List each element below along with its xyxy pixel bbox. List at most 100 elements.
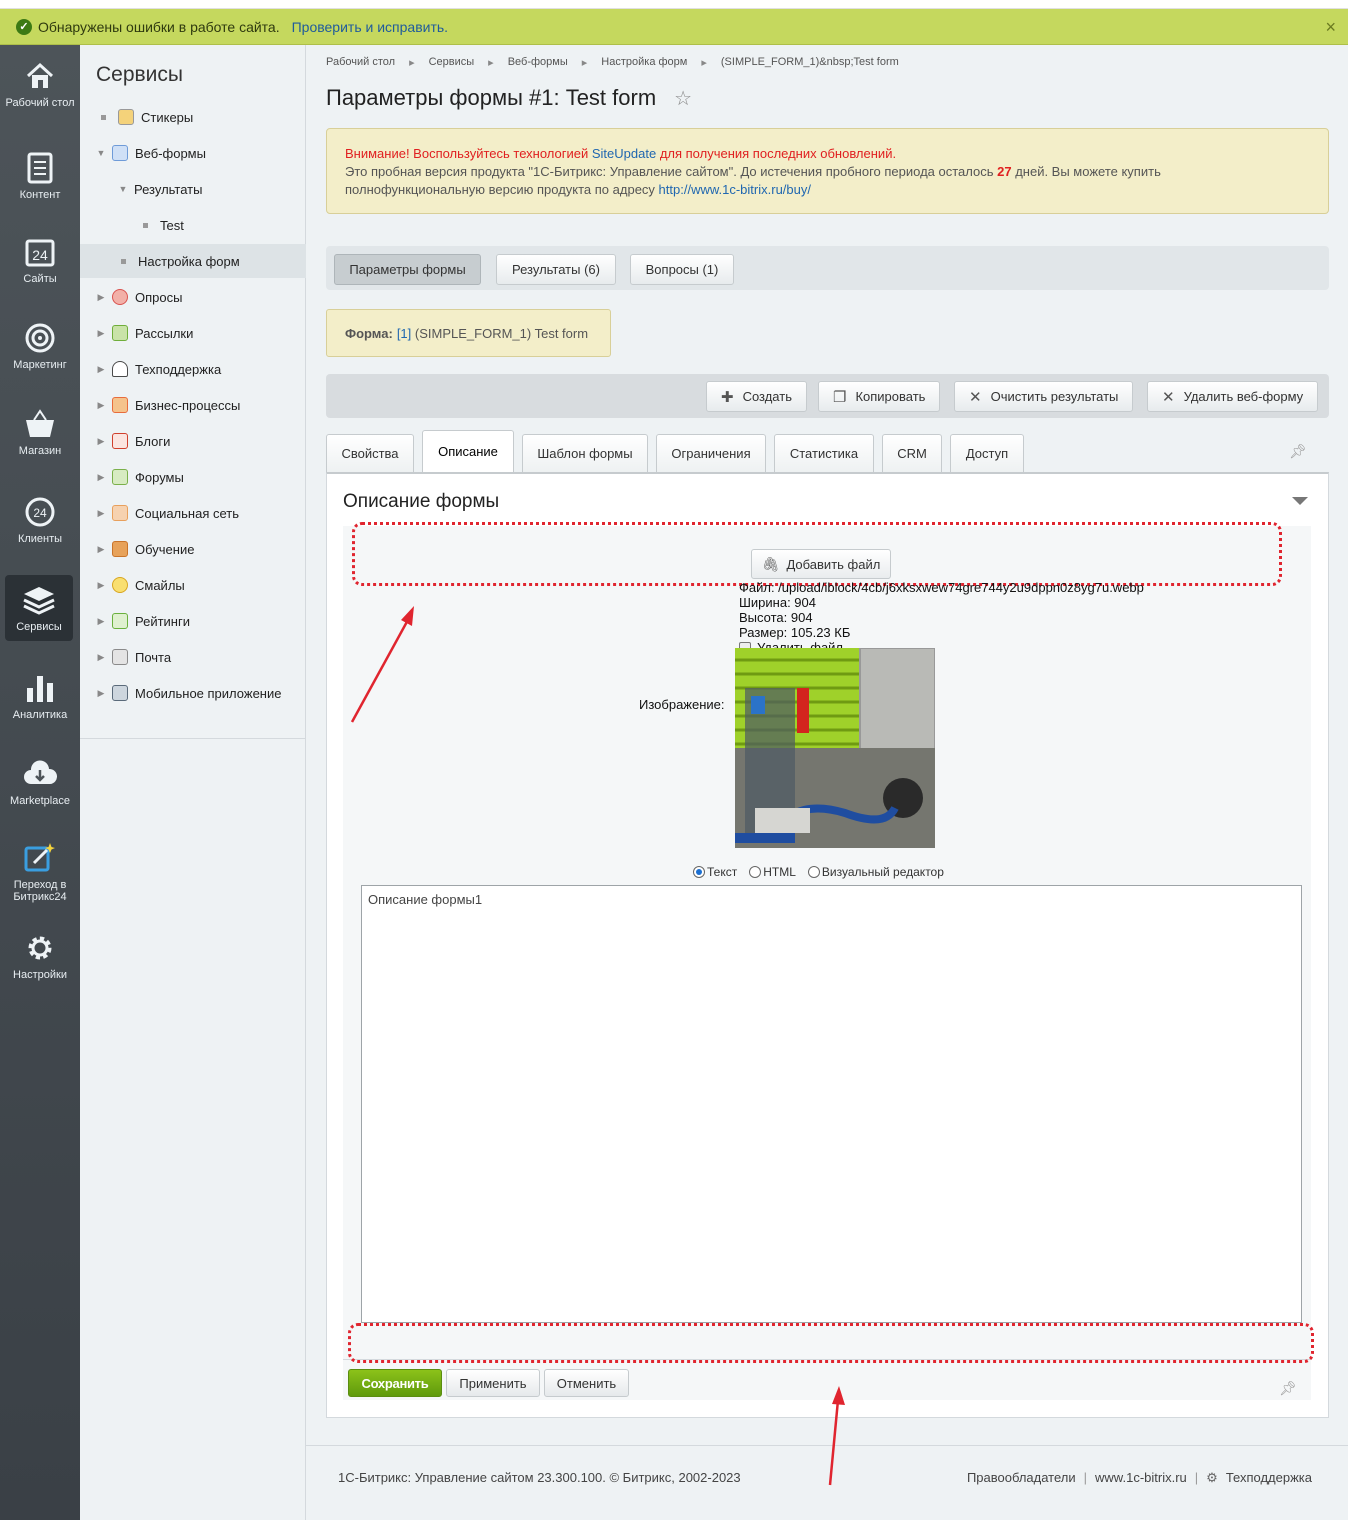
menu-item-support[interactable]: ▶ Техподдержка xyxy=(80,352,306,386)
chevron-right-icon[interactable]: ▶ xyxy=(96,292,106,303)
chevron-right-icon[interactable]: ▶ xyxy=(96,652,106,663)
tab-description[interactable]: Описание xyxy=(422,430,514,472)
tab-properties[interactable]: Свойства xyxy=(326,434,414,472)
warning-text: дней. Вы можете купить xyxy=(1011,164,1161,179)
nav-shop[interactable]: Магазин xyxy=(0,407,80,457)
breadcrumb-form-settings[interactable]: Настройка форм xyxy=(601,56,687,69)
menu-item-results[interactable]: ▼ Результаты xyxy=(80,172,306,206)
annotation-highlight-bottom xyxy=(348,1323,1314,1363)
nav-desktop[interactable]: Рабочий стол xyxy=(0,59,80,109)
nav-bitrix24[interactable]: Переход в Битрикс24 xyxy=(0,841,80,903)
menu-item-test[interactable]: Test xyxy=(80,208,306,242)
chevron-right-icon[interactable]: ▶ xyxy=(96,580,106,591)
radio-html[interactable] xyxy=(749,866,762,878)
menu-title: Сервисы xyxy=(96,63,184,86)
siteupdate-link[interactable]: SiteUpdate xyxy=(592,146,656,161)
form-id-link[interactable]: [1] xyxy=(397,326,411,341)
check-and-fix-link[interactable]: Проверить и исправить. xyxy=(292,19,448,35)
menu-item-mail[interactable]: ▶ Почта xyxy=(80,640,306,674)
nav-marketplace[interactable]: Marketplace xyxy=(0,757,80,807)
add-file-button[interactable]: 🖇︎ Добавить файл xyxy=(751,549,891,579)
nav-marketing[interactable]: Маркетинг xyxy=(0,321,80,371)
chevron-down-icon[interactable]: ▼ xyxy=(118,184,128,194)
description-textarea[interactable]: Описание формы1 xyxy=(361,885,1302,1323)
star-icon[interactable]: ☆ xyxy=(674,86,692,111)
radio-text[interactable] xyxy=(693,866,705,878)
close-icon[interactable]: × xyxy=(1325,17,1336,38)
nav-label: Контент xyxy=(19,189,61,201)
close-icon: ✕ xyxy=(969,388,982,406)
apply-button[interactable]: Применить xyxy=(446,1369,540,1397)
mode-text-option[interactable]: Текст xyxy=(693,865,737,879)
menu-item-social-network[interactable]: ▶ Социальная сеть xyxy=(80,496,306,530)
chevron-right-icon[interactable]: ▶ xyxy=(96,436,106,447)
chevron-right-icon[interactable]: ▶ xyxy=(96,328,106,339)
menu-item-forums[interactable]: ▶ Форумы xyxy=(80,460,306,494)
breadcrumb-services[interactable]: Сервисы xyxy=(429,56,475,69)
nav-sites[interactable]: 24 Сайты xyxy=(0,235,80,285)
copy-button[interactable]: ❐ Копировать xyxy=(818,381,941,412)
chevron-right-icon[interactable]: ▶ xyxy=(96,616,106,627)
menu-item-blogs[interactable]: ▶ Блоги xyxy=(80,424,306,458)
cancel-button[interactable]: Отменить xyxy=(544,1369,629,1397)
menu-item-stickers[interactable]: Стикеры xyxy=(80,100,306,134)
tab-crm[interactable]: CRM xyxy=(882,434,942,472)
tab-statistics[interactable]: Статистика xyxy=(774,434,874,472)
mobile-icon xyxy=(112,685,128,701)
menu-item-ratings[interactable]: ▶ Рейтинги xyxy=(80,604,306,638)
rights-link[interactable]: Правообладатели xyxy=(967,1470,1076,1486)
nav-label: Рабочий стол xyxy=(5,97,75,109)
clear-results-button[interactable]: ✕ Очистить результаты xyxy=(954,381,1134,412)
tab-questions[interactable]: Вопросы (1) xyxy=(630,254,734,285)
warning-text: Это пробная версия продукта "1С-Битрикс:… xyxy=(345,164,998,179)
button-label: Добавить файл xyxy=(786,556,881,572)
radio-label: Текст xyxy=(707,865,738,879)
support-link[interactable]: Техподдержка xyxy=(1226,1470,1312,1486)
document-icon xyxy=(22,151,58,185)
menu-item-form-settings[interactable]: Настройка форм xyxy=(80,244,306,278)
description-editor-area: 🖇︎ Добавить файл Файл: /upload/iblock/4c… xyxy=(343,522,1314,1400)
pin-icon[interactable]: 📌︎ xyxy=(1289,443,1307,460)
breadcrumb-desktop[interactable]: Рабочий стол xyxy=(326,56,395,69)
pin-icon[interactable]: 📌︎ xyxy=(1279,1380,1297,1397)
chevron-right-icon[interactable]: ▶ xyxy=(96,688,106,699)
chevron-right-icon[interactable]: ▶ xyxy=(96,364,106,375)
nav-services[interactable]: Сервисы xyxy=(5,575,73,641)
radio-visual[interactable] xyxy=(807,866,820,878)
chevron-right-icon[interactable]: ▶ xyxy=(96,472,106,483)
collapse-icon[interactable] xyxy=(1292,497,1308,505)
buy-link[interactable]: http://www.1c-bitrix.ru/buy/ xyxy=(659,182,811,197)
menu-item-smiles[interactable]: ▶ Смайлы xyxy=(80,568,306,602)
gear-icon xyxy=(22,931,58,965)
menu-item-mailings[interactable]: ▶ Рассылки xyxy=(80,316,306,350)
chevron-right-icon[interactable]: ▶ xyxy=(96,508,106,519)
tab-access[interactable]: Доступ xyxy=(950,434,1024,472)
tab-form-params[interactable]: Параметры формы xyxy=(334,254,481,285)
menu-item-learning[interactable]: ▶ Обучение xyxy=(80,532,306,566)
nav-clients[interactable]: 24 Клиенты xyxy=(0,495,80,545)
chevron-right-icon: ▸ xyxy=(488,57,494,69)
save-button[interactable]: Сохранить xyxy=(348,1369,442,1397)
mode-visual-option[interactable]: Визуальный редактор xyxy=(807,865,944,879)
breadcrumb-webforms[interactable]: Веб-формы xyxy=(508,56,568,69)
tab-restrictions[interactable]: Ограничения xyxy=(656,434,766,472)
site-link[interactable]: www.1c-bitrix.ru xyxy=(1095,1470,1187,1486)
chevron-down-icon[interactable]: ▼ xyxy=(96,148,106,158)
delete-webform-button[interactable]: ✕ Удалить веб-форму xyxy=(1147,381,1319,412)
tab-results[interactable]: Результаты (6) xyxy=(496,254,616,285)
chevron-right-icon: ▸ xyxy=(409,57,415,69)
menu-item-mobile-app[interactable]: ▶ Мобильное приложение xyxy=(80,676,306,710)
mode-html-option[interactable]: HTML xyxy=(749,865,796,879)
menu-item-webforms[interactable]: ▼ Веб-формы xyxy=(80,136,306,170)
chevron-right-icon[interactable]: ▶ xyxy=(96,544,106,555)
menu-item-polls[interactable]: ▶ Опросы xyxy=(80,280,306,314)
warning-text: Внимание! Воспользуйтесь технологией xyxy=(345,146,592,161)
nav-settings[interactable]: Настройки xyxy=(0,931,80,981)
tab-form-template[interactable]: Шаблон формы xyxy=(522,434,648,472)
create-button[interactable]: ✚ Создать xyxy=(706,381,807,412)
menu-item-business-processes[interactable]: ▶ Бизнес-процессы xyxy=(80,388,306,422)
menu-item-label: Test xyxy=(160,217,184,233)
nav-analytics[interactable]: Аналитика xyxy=(0,671,80,721)
nav-content[interactable]: Контент xyxy=(0,151,80,201)
chevron-right-icon[interactable]: ▶ xyxy=(96,400,106,411)
